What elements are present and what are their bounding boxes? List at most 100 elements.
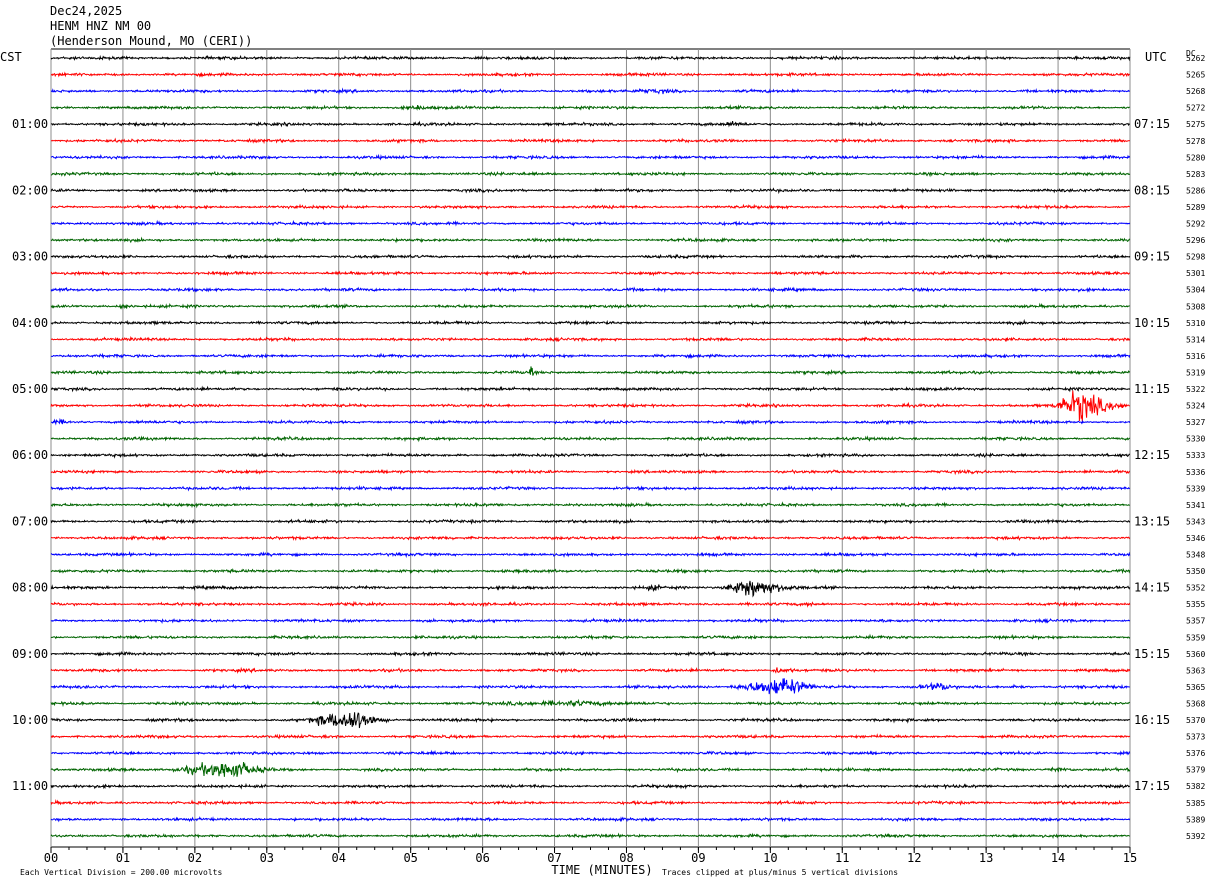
trace-6 xyxy=(50,153,1131,161)
dc-offset-label: 5292 xyxy=(1186,220,1205,229)
dc-offset-label: 5368 xyxy=(1186,699,1205,708)
dc-offset-label: 5272 xyxy=(1186,104,1205,113)
trace-44 xyxy=(50,782,1131,790)
trace-23 xyxy=(50,435,1131,443)
trace-39 xyxy=(50,698,1131,708)
cst-hour-label: 10:00 xyxy=(12,713,48,727)
x-tick-label-10: 10 xyxy=(763,851,777,865)
trace-38 xyxy=(50,678,1130,695)
trace-12 xyxy=(50,253,1131,261)
trace-14 xyxy=(50,286,1131,293)
cst-hour-label: 03:00 xyxy=(12,250,48,264)
trace-27 xyxy=(50,501,1131,509)
dc-offset-label: 5316 xyxy=(1186,352,1205,361)
trace-18 xyxy=(50,352,1131,360)
utc-hour-label: 14:15 xyxy=(1134,581,1170,595)
dc-offset-label: 5265 xyxy=(1186,71,1205,80)
trace-24 xyxy=(50,452,1131,459)
dc-offset-label: 5319 xyxy=(1186,368,1205,377)
utc-hour-label: 08:15 xyxy=(1134,183,1170,197)
trace-25 xyxy=(50,468,1131,476)
x-axis-title: TIME (MINUTES) xyxy=(551,863,652,877)
cst-hour-label: 09:00 xyxy=(12,647,48,661)
trace-0 xyxy=(50,54,1131,62)
trace-40 xyxy=(50,712,1131,729)
trace-1 xyxy=(50,71,1130,78)
trace-19 xyxy=(50,366,1131,377)
cst-axis-label: CST xyxy=(0,50,22,64)
x-tick-label-01: 01 xyxy=(116,851,130,865)
x-tick-label-13: 13 xyxy=(979,851,993,865)
dc-offset-label: 5322 xyxy=(1186,385,1205,394)
dc-offset-label: 5286 xyxy=(1186,186,1205,195)
dc-offset-label: 5352 xyxy=(1186,584,1205,593)
trace-21 xyxy=(50,390,1130,422)
dc-offset-label: 5376 xyxy=(1186,749,1205,758)
utc-hour-label: 10:15 xyxy=(1134,316,1170,330)
x-tick-label-09: 09 xyxy=(691,851,705,865)
dc-offset-label: 5355 xyxy=(1186,600,1205,609)
trace-7 xyxy=(50,170,1131,178)
trace-46 xyxy=(50,816,1131,823)
trace-30 xyxy=(50,551,1131,559)
cst-hour-label: 01:00 xyxy=(12,117,48,131)
x-tick-label-05: 05 xyxy=(403,851,417,865)
trace-43 xyxy=(50,762,1131,778)
trace-16 xyxy=(50,318,1131,327)
utc-hour-label: 07:15 xyxy=(1134,117,1170,131)
x-tick-label-02: 02 xyxy=(188,851,202,865)
trace-17 xyxy=(50,335,1131,343)
utc-hour-label: 17:15 xyxy=(1134,779,1170,793)
dc-offset-label: 5301 xyxy=(1186,269,1205,278)
cst-hour-label: 11:00 xyxy=(12,779,48,793)
dc-offset-label: 5365 xyxy=(1186,683,1205,692)
trace-47 xyxy=(50,832,1131,840)
dc-offset-label: 5314 xyxy=(1186,335,1205,344)
utc-hour-label: 13:15 xyxy=(1134,514,1170,528)
dc-column-header: DC xyxy=(1186,49,1196,58)
utc-hour-label: 12:15 xyxy=(1134,448,1170,462)
cst-hour-label: 07:00 xyxy=(12,514,48,528)
dc-offset-label: 5283 xyxy=(1186,170,1205,179)
trace-36 xyxy=(50,650,1130,658)
x-tick-label-11: 11 xyxy=(835,851,849,865)
dc-offset-label: 5348 xyxy=(1186,551,1205,560)
minute-gridlines xyxy=(50,48,1131,853)
dc-offset-label: 5327 xyxy=(1186,418,1205,427)
dc-offset-label: 5330 xyxy=(1186,435,1205,444)
trace-13 xyxy=(50,270,1130,277)
dc-offset-label: 5363 xyxy=(1186,666,1205,675)
utc-hour-label: 09:15 xyxy=(1134,250,1170,264)
dc-offset-label: 5382 xyxy=(1186,782,1205,791)
x-tick-label-15: 15 xyxy=(1123,851,1137,865)
trace-4 xyxy=(50,120,1130,128)
trace-29 xyxy=(50,535,1131,542)
trace-34 xyxy=(50,617,1131,624)
dc-offset-label: 5392 xyxy=(1186,832,1205,841)
trace-26 xyxy=(50,484,1131,492)
dc-offset-label: 5360 xyxy=(1186,650,1205,659)
dc-offset-label: 5357 xyxy=(1186,617,1205,626)
trace-41 xyxy=(50,733,1131,741)
dc-offset-label: 5350 xyxy=(1186,567,1205,576)
dc-offset-label: 5333 xyxy=(1186,451,1205,460)
trace-10 xyxy=(50,219,1131,227)
trace-11 xyxy=(50,236,1131,244)
dc-offset-label: 5308 xyxy=(1186,302,1205,311)
trace-group xyxy=(50,54,1131,840)
dc-offset-label: 5370 xyxy=(1186,716,1205,725)
trace-15 xyxy=(50,302,1130,310)
x-tick-label-00: 00 xyxy=(44,851,58,865)
trace-22 xyxy=(51,417,1131,426)
dc-offset-label: 5341 xyxy=(1186,501,1205,510)
x-tick-label-04: 04 xyxy=(332,851,346,865)
dc-offset-label: 5275 xyxy=(1186,120,1205,129)
dc-offset-label: 5278 xyxy=(1186,137,1205,146)
trace-20 xyxy=(50,385,1131,393)
trace-28 xyxy=(50,518,1131,525)
trace-35 xyxy=(50,633,1131,641)
dc-offset-label: 5324 xyxy=(1186,402,1205,411)
footer-clip-note: Traces clipped at plus/minus 5 vertical … xyxy=(662,868,898,877)
dc-offset-label: 5310 xyxy=(1186,319,1205,328)
seismogram-plot: 00 01 02 03 04 05 06 07 08 09 10 11 12 13 14 1552625265… xyxy=(0,48,1205,877)
